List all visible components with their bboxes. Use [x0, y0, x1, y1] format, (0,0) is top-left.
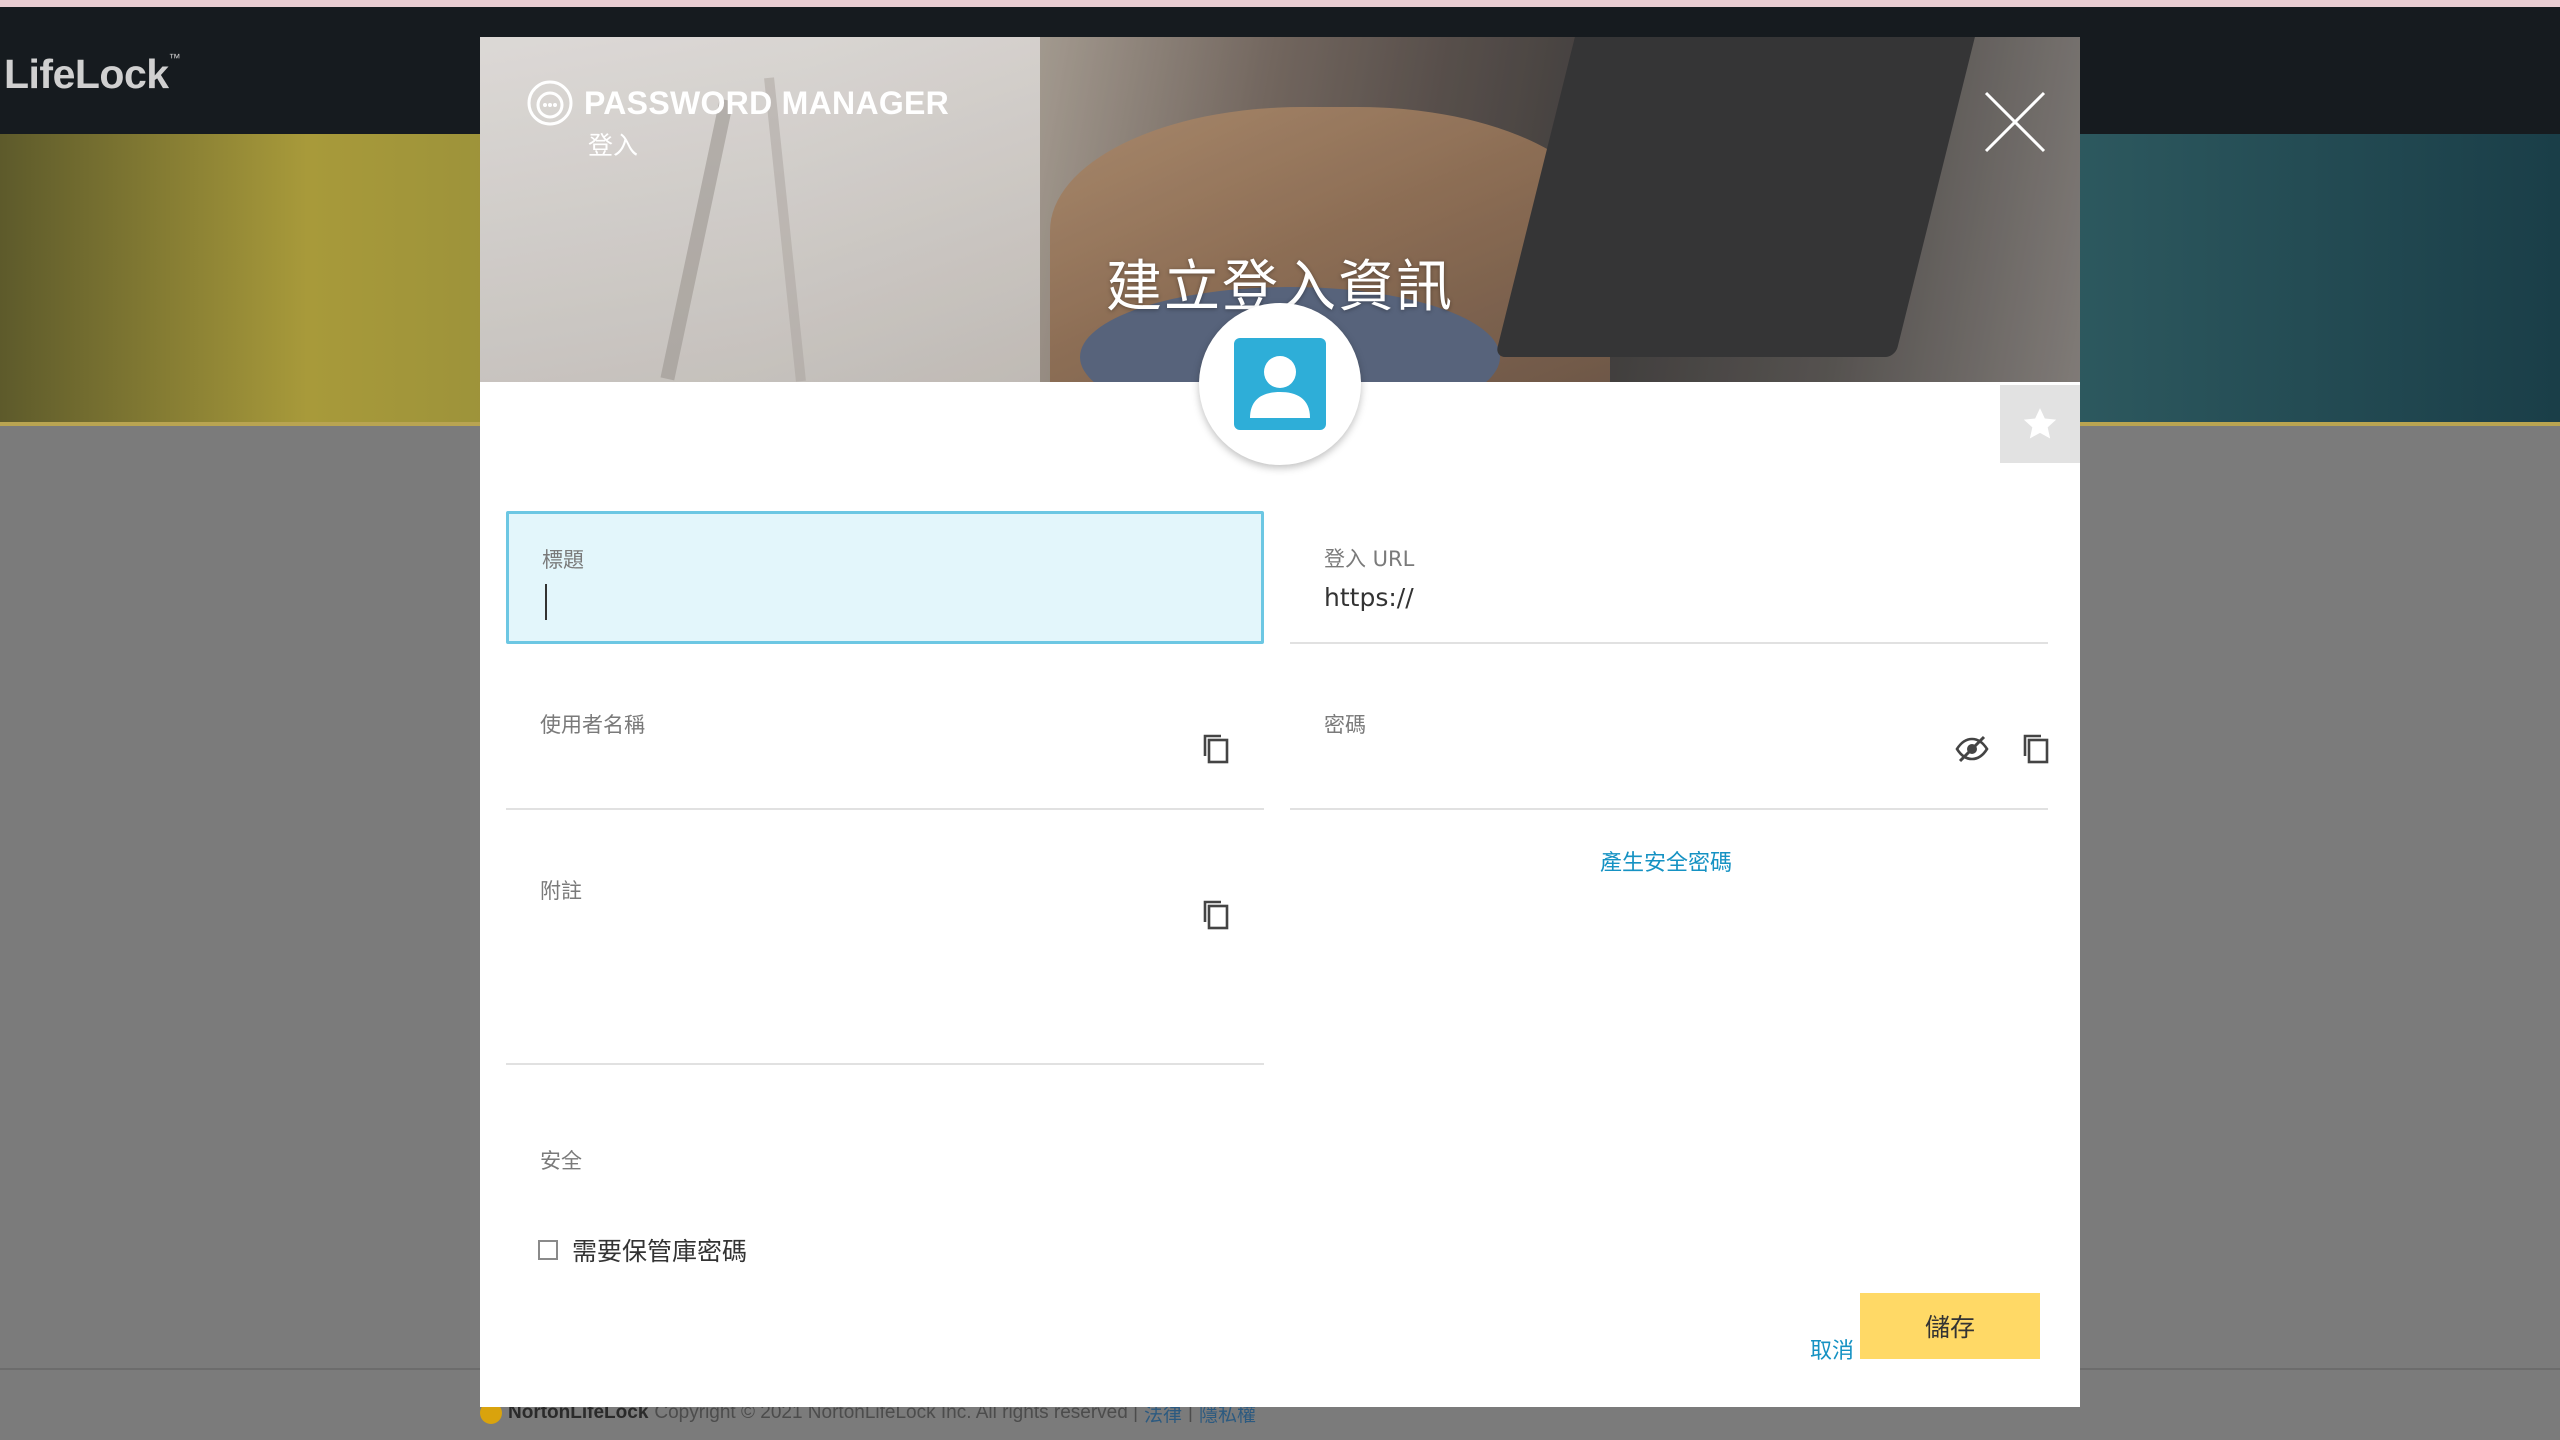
- login-url-value: https://: [1324, 583, 1414, 612]
- lifelock-logo[interactable]: LifeLock™: [4, 51, 181, 98]
- password-label: 密碼: [1324, 713, 1366, 737]
- username-label: 使用者名稱: [540, 713, 645, 737]
- create-login-dialog: PASSWORD MANAGER 登入 建立登入資訊 標題 登入 URL htt…: [480, 37, 2080, 1407]
- copy-password-button[interactable]: [2016, 729, 2056, 769]
- require-vault-password-option[interactable]: 需要保管庫密碼: [538, 1232, 747, 1268]
- person-icon: [1234, 338, 1326, 430]
- login-url-field[interactable]: 登入 URL https://: [1290, 511, 2048, 644]
- login-url-label: 登入 URL: [1324, 547, 1415, 571]
- text-cursor: [545, 584, 547, 620]
- copy-notes-button[interactable]: [1196, 895, 1236, 935]
- copy-icon: [1203, 734, 1229, 764]
- close-icon: [1984, 91, 2046, 153]
- favorite-button[interactable]: [2000, 385, 2080, 463]
- eye-off-icon: [1955, 735, 1989, 763]
- login-avatar: [1199, 303, 1361, 465]
- copy-username-button[interactable]: [1196, 729, 1236, 769]
- generate-secure-password-link[interactable]: 產生安全密碼: [1600, 845, 1732, 877]
- close-button[interactable]: [1976, 83, 2054, 161]
- app-name: PASSWORD MANAGER: [584, 84, 950, 121]
- star-icon: [2023, 408, 2057, 439]
- section-name: 登入: [588, 131, 639, 160]
- password-manager-icon: [526, 79, 574, 127]
- notes-field[interactable]: 附註: [506, 843, 1264, 1065]
- title-field[interactable]: 標題: [506, 511, 1264, 644]
- notes-label: 附註: [540, 879, 582, 903]
- top-accent-line: [0, 0, 2560, 7]
- password-manager-brand: PASSWORD MANAGER: [526, 79, 949, 127]
- username-field[interactable]: 使用者名稱: [506, 677, 1264, 810]
- title-field-label: 標題: [542, 548, 584, 572]
- toggle-password-visibility-button[interactable]: [1952, 729, 1992, 769]
- save-button[interactable]: 儲存: [1860, 1293, 2040, 1359]
- password-field[interactable]: 密碼: [1290, 677, 2049, 810]
- copy-icon: [2023, 734, 2049, 764]
- copy-icon: [1203, 900, 1229, 930]
- security-section-label: 安全: [540, 1149, 582, 1173]
- require-vault-password-checkbox[interactable]: [538, 1240, 558, 1260]
- require-vault-password-label: 需要保管庫密碼: [572, 1237, 748, 1266]
